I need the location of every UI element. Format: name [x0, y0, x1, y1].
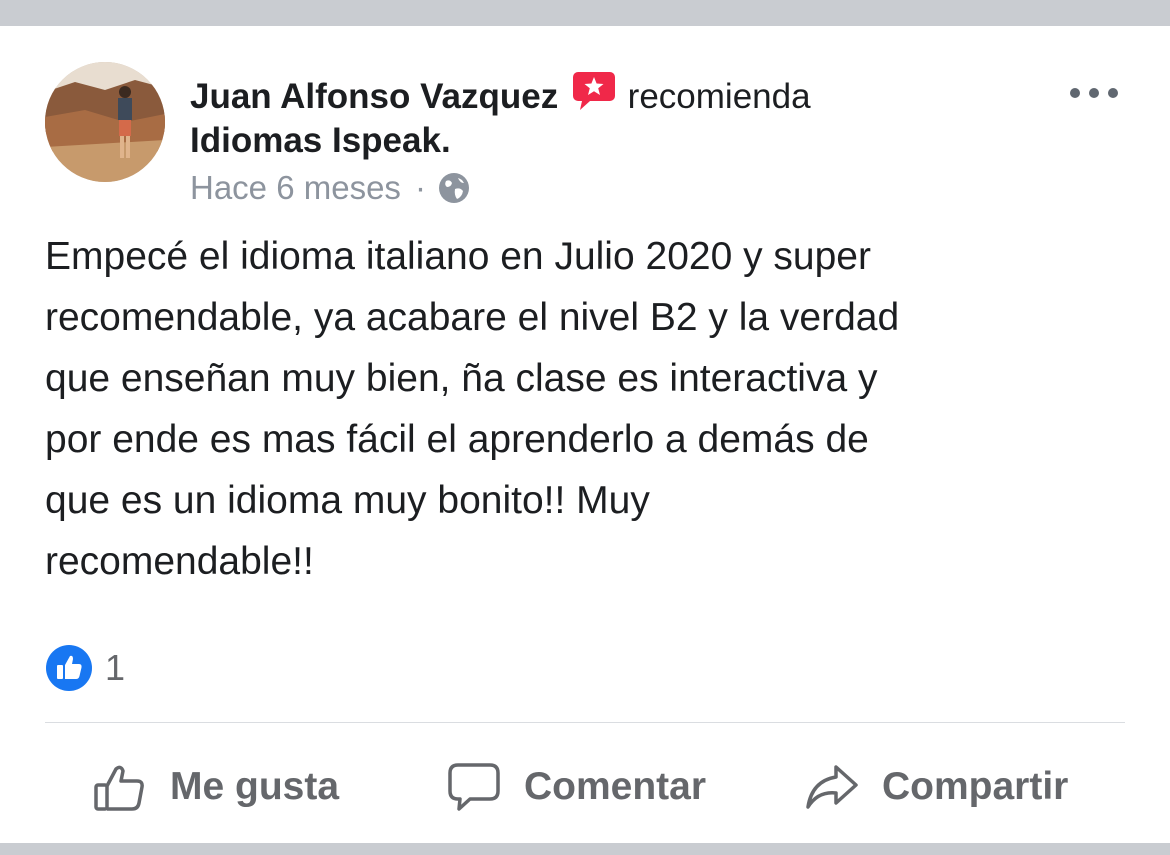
post-body: Empecé el idioma italiano en Julio 2020 …: [45, 235, 900, 583]
thumbs-up-icon: [94, 765, 144, 811]
recommends-text: recomienda: [627, 77, 811, 116]
share-button[interactable]: Compartir: [804, 752, 1068, 822]
reactions-summary[interactable]: 1: [45, 644, 125, 692]
avatar-photo: [45, 62, 165, 182]
share-button-label: Compartir: [882, 765, 1069, 808]
more-options-icon[interactable]: [1066, 82, 1122, 104]
reaction-count: 1: [105, 647, 126, 688]
comment-icon: [448, 763, 500, 811]
share-icon: [806, 765, 858, 809]
globe-icon: [438, 172, 470, 204]
post-meta: Hace 6 meses ·: [190, 168, 470, 208]
action-bar: Me gusta Comentar Compartir: [0, 752, 1170, 822]
meta-separator: ·: [414, 169, 426, 206]
like-button[interactable]: Me gusta: [92, 752, 339, 822]
divider: [45, 722, 1125, 723]
post-timestamp[interactable]: Hace 6 meses: [190, 168, 401, 208]
page-name[interactable]: Idiomas Ispeak.: [190, 121, 451, 160]
like-button-label: Me gusta: [170, 765, 340, 808]
comment-button[interactable]: Comentar: [446, 752, 706, 822]
post-card: Juan Alfonso Vazquez recomienda Idiomas …: [0, 26, 1170, 843]
author-name[interactable]: Juan Alfonso Vazquez: [190, 77, 558, 116]
like-reaction-icon: [45, 644, 93, 692]
recommendation-icon: [572, 70, 616, 112]
avatar[interactable]: [45, 62, 165, 182]
post-header: Juan Alfonso Vazquez recomienda Idiomas …: [190, 70, 1030, 163]
comment-button-label: Comentar: [524, 765, 707, 808]
